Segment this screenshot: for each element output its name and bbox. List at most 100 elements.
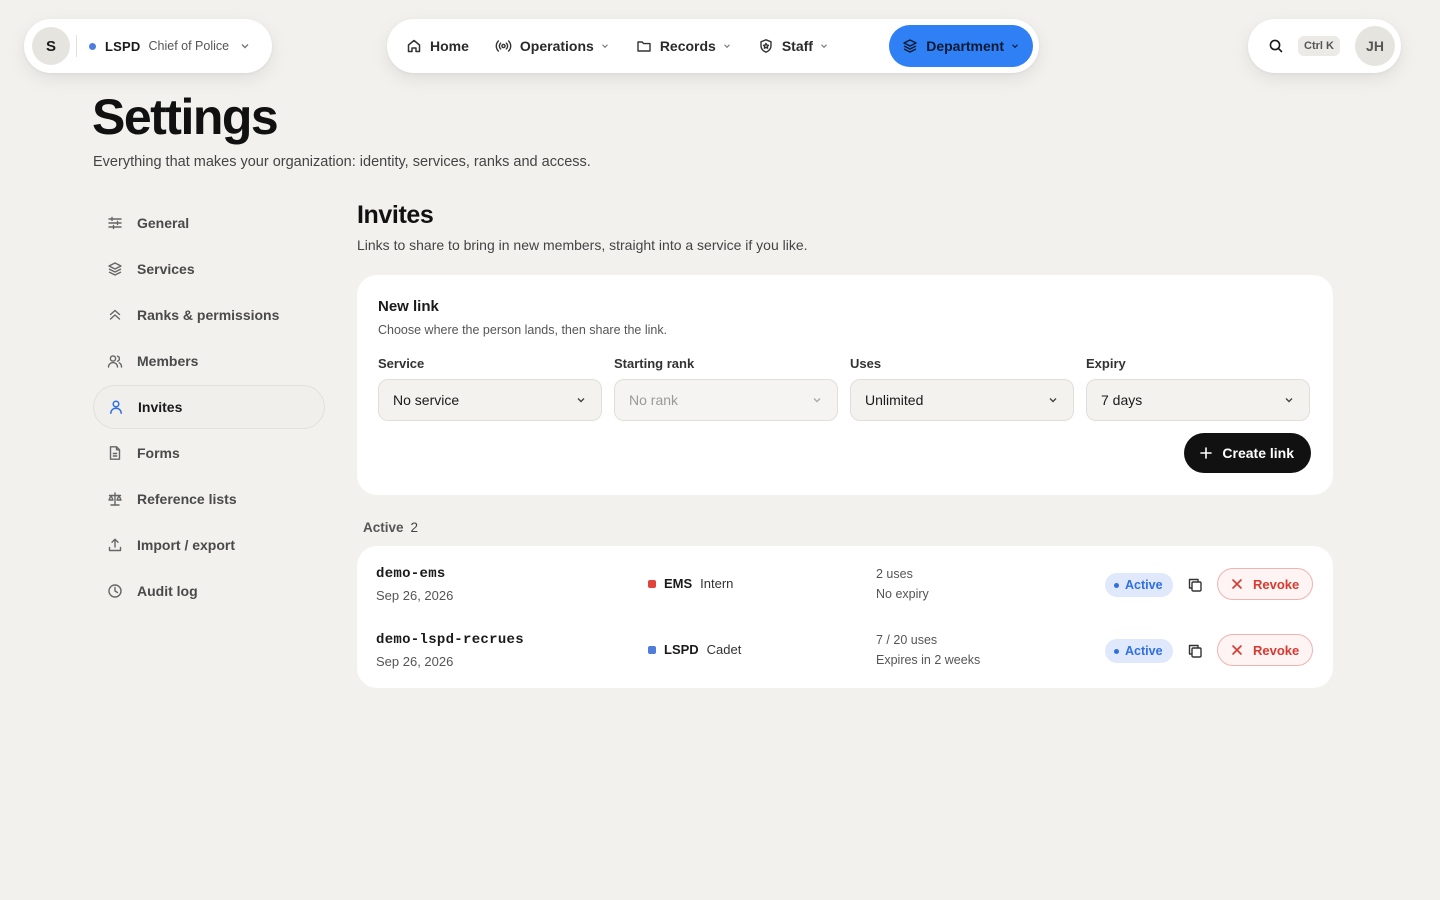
service-rank: Intern xyxy=(700,576,734,591)
settings-sidebar: General Services Ranks & permissions Mem… xyxy=(93,201,325,615)
nav-staff[interactable]: Staff xyxy=(745,25,842,67)
new-link-title: New link xyxy=(378,298,439,315)
starting-rank-label: Starting rank xyxy=(614,356,695,371)
sidebar-item-label: General xyxy=(137,215,190,231)
nav-label: Home xyxy=(430,38,469,54)
starting-rank-value: No rank xyxy=(629,392,679,408)
service-value: No service xyxy=(393,392,460,408)
chevron-down-icon xyxy=(819,41,829,51)
status-badge: Active xyxy=(1105,573,1173,597)
new-link-card: New link Choose where the person lands, … xyxy=(357,275,1333,495)
scale-icon xyxy=(107,491,125,507)
invite-uses: 2 uses xyxy=(876,567,913,581)
chevron-down-icon xyxy=(575,394,587,406)
invite-expiry: Expires in 2 weeks xyxy=(876,653,981,667)
uses-label: Uses xyxy=(850,356,882,371)
search-and-user: Ctrl K JH xyxy=(1248,19,1401,73)
chevrons-up-icon xyxy=(107,307,125,323)
create-link-label: Create link xyxy=(1222,445,1294,461)
invite-expiry: No expiry xyxy=(876,587,929,601)
uses-value: Unlimited xyxy=(865,392,924,408)
invite-code: demo-ems xyxy=(376,566,446,582)
sidebar-item-label: Import / export xyxy=(137,537,236,553)
sidebar-item-ranks[interactable]: Ranks & permissions xyxy=(93,293,325,337)
invite-service: LSPD Cadet xyxy=(648,642,741,657)
org-switcher[interactable]: S LSPD Chief of Police xyxy=(24,19,272,73)
copy-link-button[interactable] xyxy=(1184,640,1206,662)
page-subtitle: Everything that makes your organization:… xyxy=(93,154,591,170)
sidebar-item-label: Reference lists xyxy=(137,491,237,507)
new-link-subtitle: Choose where the person lands, then shar… xyxy=(378,323,668,337)
main-nav: Home Operations Records Staff Department xyxy=(387,19,1039,73)
status-badge: Active xyxy=(1105,639,1173,663)
copy-icon xyxy=(1187,577,1203,593)
org-avatar: S xyxy=(32,27,70,65)
uses-select[interactable]: Unlimited xyxy=(850,379,1074,421)
upload-icon xyxy=(107,537,125,553)
home-icon xyxy=(406,38,422,54)
broadcast-icon xyxy=(495,38,512,54)
sidebar-item-import-export[interactable]: Import / export xyxy=(93,523,325,567)
expiry-select[interactable]: 7 days xyxy=(1086,379,1310,421)
nav-operations[interactable]: Operations xyxy=(482,25,623,67)
sidebar-item-label: Ranks & permissions xyxy=(137,307,280,323)
sidebar-item-members[interactable]: Members xyxy=(93,339,325,383)
invite-date: Sep 26, 2026 xyxy=(376,654,454,669)
sidebar-item-label: Members xyxy=(137,353,199,369)
layers-icon xyxy=(902,38,918,54)
revoke-button[interactable]: Revoke xyxy=(1217,634,1313,666)
service-name: EMS xyxy=(664,576,693,591)
sidebar-item-label: Forms xyxy=(137,445,180,461)
revoke-button[interactable]: Revoke xyxy=(1217,568,1313,600)
nav-label: Department xyxy=(926,38,1004,54)
service-color-dot xyxy=(648,645,656,654)
active-label: Active xyxy=(363,520,404,535)
revoke-label: Revoke xyxy=(1253,576,1300,592)
sidebar-item-invites[interactable]: Invites xyxy=(93,385,325,429)
chevron-down-icon xyxy=(1283,394,1295,406)
clock-icon xyxy=(107,583,125,599)
sliders-icon xyxy=(107,215,125,231)
starting-rank-field: Starting rank No rank xyxy=(614,356,838,421)
chevron-down-icon xyxy=(1010,41,1020,51)
search-icon[interactable] xyxy=(1268,38,1284,54)
sidebar-item-label: Services xyxy=(137,261,195,277)
service-field: Service No service xyxy=(378,356,602,421)
nav-label: Operations xyxy=(519,38,594,54)
chevron-down-icon xyxy=(811,394,823,406)
service-name: LSPD xyxy=(664,642,699,657)
expiry-value: 7 days xyxy=(1101,392,1143,408)
starting-rank-select[interactable]: No rank xyxy=(614,379,838,421)
service-select[interactable]: No service xyxy=(378,379,602,421)
nav-records[interactable]: Records xyxy=(623,25,745,67)
chevron-down-icon xyxy=(722,41,732,51)
nav-department[interactable]: Department xyxy=(889,25,1033,67)
section-subtitle: Links to share to bring in new members, … xyxy=(357,237,808,253)
users-icon xyxy=(107,353,125,369)
nav-label: Staff xyxy=(781,38,813,54)
chevron-down-icon xyxy=(1047,394,1059,406)
sidebar-item-audit-log[interactable]: Audit log xyxy=(93,569,325,613)
invite-uses: 7 / 20 uses xyxy=(876,633,938,647)
invite-service: EMS Intern xyxy=(648,576,733,591)
org-status-dot xyxy=(89,42,96,50)
sidebar-item-general[interactable]: General xyxy=(93,201,325,245)
shield-icon xyxy=(758,38,774,54)
search-shortcut: Ctrl K xyxy=(1298,36,1340,56)
status-dot xyxy=(1114,582,1119,588)
user-avatar[interactable]: JH xyxy=(1355,26,1395,66)
close-icon xyxy=(1231,644,1243,656)
plus-icon xyxy=(1199,446,1213,460)
status-dot xyxy=(1114,648,1119,654)
revoke-label: Revoke xyxy=(1253,642,1300,658)
nav-home[interactable]: Home xyxy=(393,25,482,67)
nav-label: Records xyxy=(659,38,716,54)
sidebar-item-forms[interactable]: Forms xyxy=(93,431,325,475)
status-label: Active xyxy=(1125,644,1163,658)
uses-field: Uses Unlimited xyxy=(850,356,1074,421)
section-title: Invites xyxy=(357,201,434,229)
copy-link-button[interactable] xyxy=(1184,574,1206,596)
create-link-button[interactable]: Create link xyxy=(1184,433,1311,473)
sidebar-item-services[interactable]: Services xyxy=(93,247,325,291)
sidebar-item-reference-lists[interactable]: Reference lists xyxy=(93,477,325,521)
